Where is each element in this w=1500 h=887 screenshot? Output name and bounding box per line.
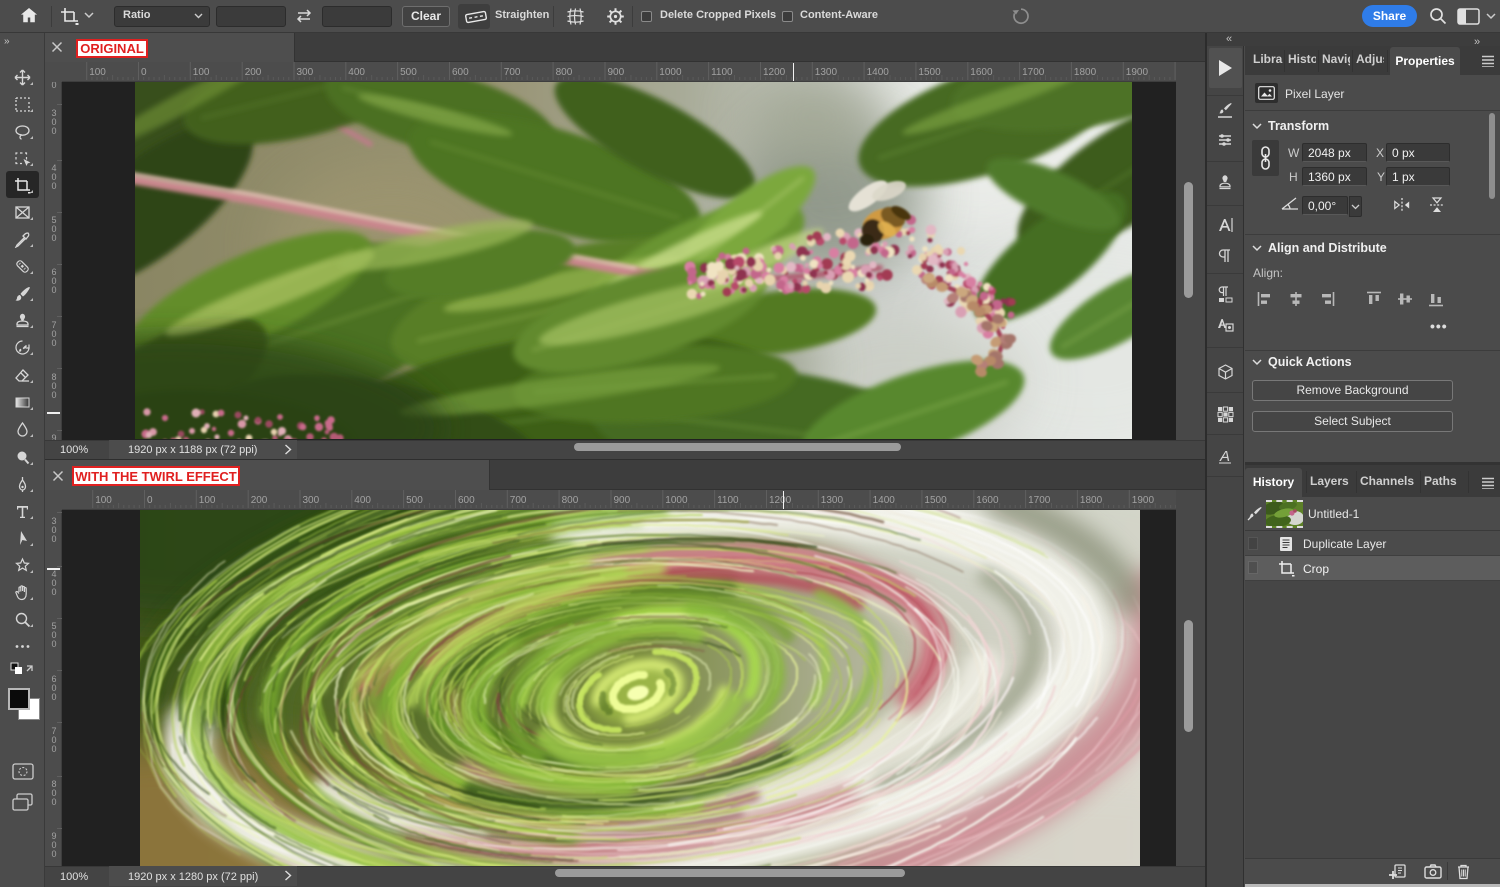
svg-text:200: 200	[251, 495, 268, 506]
svg-text:0: 0	[51, 849, 56, 859]
svg-text:1400: 1400	[873, 495, 896, 506]
svg-text:1500: 1500	[924, 495, 947, 506]
svg-text:700: 700	[504, 67, 521, 78]
svg-text:1100: 1100	[711, 67, 733, 78]
svg-text:400: 400	[354, 495, 371, 506]
svg-text:0: 0	[51, 181, 56, 191]
svg-text:500: 500	[406, 495, 423, 506]
svg-text:0: 0	[51, 82, 56, 90]
svg-text:0: 0	[51, 285, 56, 295]
svg-text:0: 0	[51, 126, 56, 136]
svg-text:0: 0	[51, 233, 56, 243]
svg-text:1600: 1600	[976, 495, 999, 506]
svg-text:0: 0	[51, 390, 56, 400]
svg-text:900: 900	[608, 67, 625, 78]
svg-text:100: 100	[199, 495, 216, 506]
svg-text:1300: 1300	[815, 67, 838, 78]
svg-text:0: 0	[51, 744, 56, 754]
svg-text:1700: 1700	[1022, 67, 1045, 78]
svg-text:1300: 1300	[821, 495, 844, 506]
svg-text:0: 0	[51, 639, 56, 649]
svg-text:0: 0	[51, 534, 56, 544]
svg-text:1800: 1800	[1080, 495, 1103, 506]
svg-text:1200: 1200	[769, 495, 792, 506]
svg-text:1900: 1900	[1132, 495, 1155, 506]
svg-text:500: 500	[400, 67, 417, 78]
svg-text:1000: 1000	[665, 495, 688, 506]
svg-text:100: 100	[89, 67, 106, 78]
svg-text:0: 0	[51, 338, 56, 348]
svg-text:0: 0	[51, 692, 56, 702]
svg-text:1200: 1200	[763, 67, 786, 78]
svg-text:300: 300	[303, 495, 320, 506]
svg-text:1000: 1000	[659, 67, 682, 78]
svg-text:1600: 1600	[970, 67, 993, 78]
svg-text:1800: 1800	[1074, 67, 1097, 78]
svg-text:600: 600	[458, 495, 475, 506]
svg-text:0: 0	[147, 495, 153, 506]
svg-text:1100: 1100	[717, 495, 739, 506]
svg-text:9: 9	[51, 433, 56, 440]
svg-text:700: 700	[510, 495, 527, 506]
svg-text:1500: 1500	[918, 67, 941, 78]
svg-text:800: 800	[556, 67, 573, 78]
svg-text:1400: 1400	[867, 67, 890, 78]
svg-text:800: 800	[562, 495, 579, 506]
svg-text:100: 100	[95, 495, 112, 506]
svg-text:1900: 1900	[1126, 67, 1149, 78]
svg-text:0: 0	[51, 797, 56, 807]
svg-text:900: 900	[614, 495, 631, 506]
svg-text:1700: 1700	[1028, 495, 1051, 506]
svg-text:200: 200	[245, 67, 262, 78]
svg-text:300: 300	[297, 67, 314, 78]
svg-text:0: 0	[141, 67, 147, 78]
svg-text:400: 400	[348, 67, 365, 78]
svg-text:600: 600	[452, 67, 469, 78]
svg-text:100: 100	[193, 67, 210, 78]
svg-text:A: A	[1219, 448, 1230, 465]
svg-text:0: 0	[51, 587, 56, 597]
